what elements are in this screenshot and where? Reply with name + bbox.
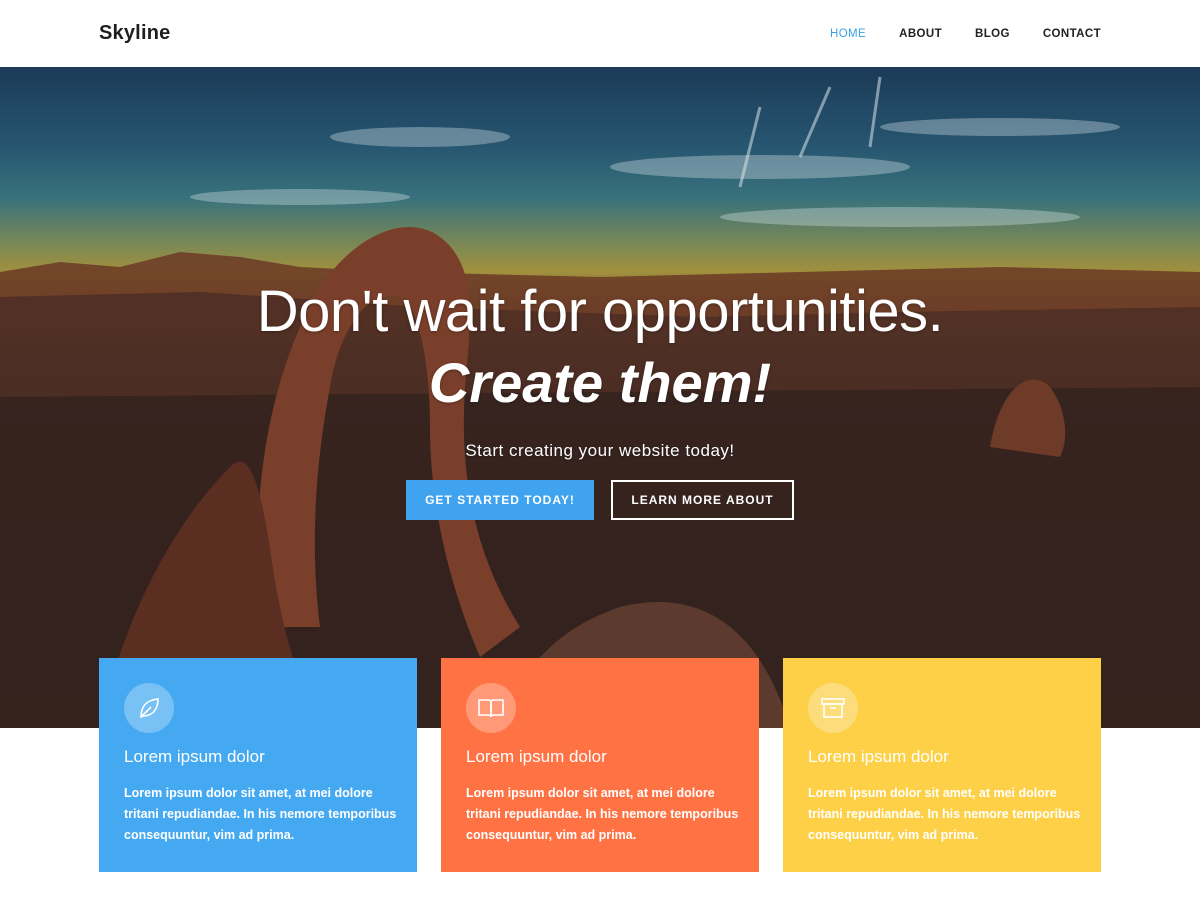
get-started-button[interactable]: GET STARTED TODAY! xyxy=(406,480,594,520)
book-icon xyxy=(466,683,516,733)
feature-card-3: Lorem ipsum dolor Lorem ipsum dolor sit … xyxy=(783,658,1101,872)
site-logo[interactable]: Skyline xyxy=(99,22,170,45)
feature-card-title: Lorem ipsum dolor xyxy=(808,747,949,766)
feature-card-title: Lorem ipsum dolor xyxy=(124,747,265,766)
hero-buttons: GET STARTED TODAY! LEARN MORE ABOUT xyxy=(406,480,794,520)
feature-card-text: Lorem ipsum dolor sit amet, at mei dolor… xyxy=(466,786,739,842)
feature-cards: Lorem ipsum dolor Lorem ipsum dolor sit … xyxy=(99,658,1101,872)
feature-card-title: Lorem ipsum dolor xyxy=(466,747,607,766)
learn-more-button[interactable]: LEARN MORE ABOUT xyxy=(611,480,794,520)
site-header: Skyline HOME ABOUT BLOG CONTACT xyxy=(0,0,1200,67)
feature-card-text: Lorem ipsum dolor sit amet, at mei dolor… xyxy=(124,786,397,842)
hero-title: Don't wait for opportunities. xyxy=(256,279,944,344)
hero-section: Don't wait for opportunities. Create the… xyxy=(0,67,1200,728)
feature-card-2: Lorem ipsum dolor Lorem ipsum dolor sit … xyxy=(441,658,759,872)
archive-icon xyxy=(808,683,858,733)
feature-card-1: Lorem ipsum dolor Lorem ipsum dolor sit … xyxy=(99,658,417,872)
nav-item-blog[interactable]: BLOG xyxy=(975,28,1010,40)
leaf-icon xyxy=(124,683,174,733)
feature-card-text: Lorem ipsum dolor sit amet, at mei dolor… xyxy=(808,786,1081,842)
hero-title-emphasis: Create them! xyxy=(428,351,772,414)
hero-subtitle: Start creating your website today! xyxy=(465,441,735,460)
nav-item-about[interactable]: ABOUT xyxy=(899,28,942,40)
nav-item-contact[interactable]: CONTACT xyxy=(1043,28,1101,40)
hero-content: Don't wait for opportunities. Create the… xyxy=(0,67,1200,728)
nav-item-home[interactable]: HOME xyxy=(830,28,866,40)
main-nav: HOME ABOUT BLOG CONTACT xyxy=(797,0,1101,67)
